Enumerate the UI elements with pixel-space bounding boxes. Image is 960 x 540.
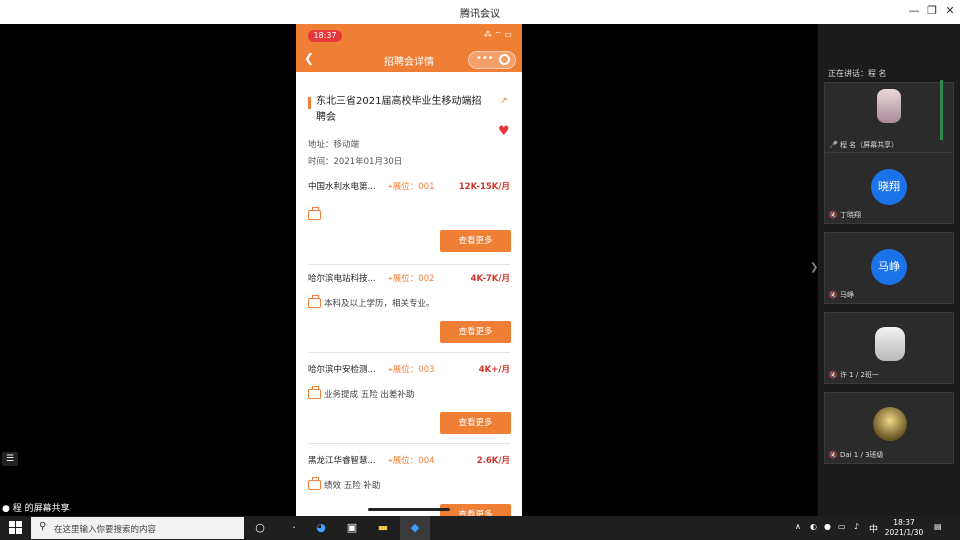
screen-share-label: ● 程 的屏幕共享: [2, 504, 70, 514]
salary: 2.6K/月: [476, 456, 510, 466]
participant-photo: [875, 327, 905, 361]
search-placeholder: 在这里输入你要搜索的内容: [54, 525, 157, 535]
phone-header: 18:37 ⁂ ⌔ ▭ ❮ 招聘会详情 •••: [296, 24, 522, 72]
salary: 4K+/月: [478, 365, 510, 375]
heart-icon[interactable]: ♥: [498, 124, 510, 139]
ime-indicator[interactable]: 中: [869, 522, 878, 535]
notification-icon[interactable]: ▤: [934, 522, 942, 531]
avatar: 晓翔: [871, 169, 907, 205]
mini-program-capsule[interactable]: •••: [468, 51, 516, 69]
briefcase-icon: [308, 295, 321, 308]
taskbar-search[interactable]: ⚲ 在这里输入你要搜索的内容: [31, 517, 244, 539]
tray-chevron-icon[interactable]: ∧: [795, 522, 801, 531]
tray-app-icon[interactable]: ◐: [810, 522, 817, 531]
tray-wechat-icon[interactable]: ●: [824, 522, 831, 531]
divider: [308, 264, 510, 265]
participant-label: 🔇 Dai 1 / 3班级: [829, 451, 884, 459]
share-icon[interactable]: ↗: [500, 96, 508, 106]
participant-tile[interactable]: 马峥 🔇 马峥: [824, 232, 954, 304]
job-requirement: 绩效 五险 补助: [324, 481, 381, 491]
divider: [308, 352, 510, 353]
fair-address: 地址：移动端: [308, 140, 360, 150]
participant-label: 🔇 马峥: [829, 291, 854, 299]
participant-tile[interactable]: 🔇 许 1 / 2班一: [824, 312, 954, 384]
home-indicator: [368, 508, 450, 511]
clock-time: 18:37: [893, 518, 915, 527]
booth-number: ⌖展位：001: [388, 182, 435, 192]
meeting-app-taskbar-item[interactable]: ◆: [400, 516, 430, 540]
store-icon[interactable]: ▣: [344, 520, 360, 536]
status-time: 18:37: [308, 30, 342, 42]
edge-icon[interactable]: ◕: [313, 520, 329, 536]
mic-off-icon: 🔇: [829, 371, 838, 379]
participant-tile[interactable]: 晓翔 🔇 丁晓翔: [824, 152, 954, 224]
shared-phone-screen: 18:37 ⁂ ⌔ ▭ ❮ 招聘会详情 ••• 东北三省2021届高校毕业生移动…: [296, 24, 522, 516]
mic-icon: ●: [2, 504, 10, 514]
window-title: 腾讯会议: [460, 9, 500, 20]
window-titlebar: 腾讯会议 — ❐ ✕: [0, 0, 960, 24]
restore-icon[interactable]: ❐: [925, 4, 939, 17]
volume-icon[interactable]: ♪: [854, 522, 859, 531]
salary: 12K-15K/月: [458, 182, 510, 192]
view-more-button[interactable]: 查看更多: [440, 321, 511, 343]
close-target-icon[interactable]: [499, 54, 510, 65]
meeting-app-icon: ◆: [410, 521, 420, 534]
participant-tile[interactable]: 🔇 Dai 1 / 3班级: [824, 392, 954, 464]
system-clock[interactable]: 18:37 2021/1/30: [884, 518, 924, 538]
participant-label: 🔇 许 1 / 2班一: [829, 371, 879, 379]
participant-label: 🎤 程 名（屏幕共享）: [829, 141, 899, 149]
view-more-button[interactable]: 查看更多: [440, 230, 511, 252]
participant-panel: 正在讲话：程 名 🎤 程 名（屏幕共享） 晓翔 🔇 丁晓翔 马峥 🔇 马峥 🔇 …: [818, 24, 960, 516]
network-icon[interactable]: ▭: [838, 522, 846, 531]
view-more-button[interactable]: 查看更多: [440, 412, 511, 434]
avatar: 马峥: [871, 249, 907, 285]
booth-number: ⌖展位：002: [388, 274, 435, 284]
apps-dots-icon[interactable]: ·: [286, 520, 302, 536]
divider: [308, 443, 510, 444]
company-name: 哈尔滨中安检测...: [308, 365, 376, 375]
taskbar: ⚲ 在这里输入你要搜索的内容 ○ · ◕ ▣ ▬ ◆ ∧ ◐ ● ▭ ♪ 中 1…: [0, 516, 960, 540]
mic-off-icon: 🔇: [829, 451, 838, 459]
view-more-button[interactable]: 查看更多: [440, 504, 511, 516]
job-requirement: 业务提成 五险 出差补助: [324, 390, 415, 400]
clock-date: 2021/1/30: [884, 528, 924, 537]
search-icon: ⚲: [39, 521, 47, 532]
briefcase-icon: [308, 207, 321, 220]
panel-scrollbar[interactable]: [940, 80, 943, 140]
status-icons: ⁂ ⌔ ▭: [483, 30, 512, 39]
mic-off-icon: 🔇: [829, 211, 838, 219]
participant-label: 🔇 丁晓翔: [829, 211, 861, 219]
company-name: 黑龙江华睿智慧...: [308, 456, 376, 466]
participant-photo: [873, 407, 907, 441]
salary: 4K-7K/月: [470, 274, 510, 284]
participant-tile[interactable]: 🎤 程 名（屏幕共享）: [824, 82, 954, 154]
briefcase-icon: [308, 477, 321, 490]
booth-number: ⌖展位：004: [388, 456, 435, 466]
company-name: 中国水利水电第...: [308, 182, 376, 192]
mic-icon: 🎤: [829, 141, 838, 149]
close-icon[interactable]: ✕: [943, 4, 957, 17]
fair-title: 东北三省2021届高校毕业生移动端招聘会: [308, 94, 488, 126]
more-dots-icon[interactable]: •••: [476, 53, 494, 64]
participant-photo: [877, 89, 901, 123]
briefcase-icon: [308, 386, 321, 399]
mic-off-icon: 🔇: [829, 291, 838, 299]
company-name: 哈尔滨电站科技...: [308, 274, 376, 284]
speaking-indicator: 正在讲话：程 名: [828, 69, 887, 78]
minimize-icon[interactable]: —: [907, 4, 921, 17]
booth-number: ⌖展位：003: [388, 365, 435, 375]
fair-time: 时间：2021年01月30日: [308, 157, 403, 167]
job-requirement: 本科及以上学历，相关专业。: [324, 299, 435, 309]
list-icon[interactable]: ☰: [2, 452, 18, 466]
file-explorer-icon[interactable]: ▬: [375, 520, 391, 536]
task-view-icon[interactable]: ○: [252, 520, 268, 536]
windows-start-icon[interactable]: [9, 521, 22, 534]
